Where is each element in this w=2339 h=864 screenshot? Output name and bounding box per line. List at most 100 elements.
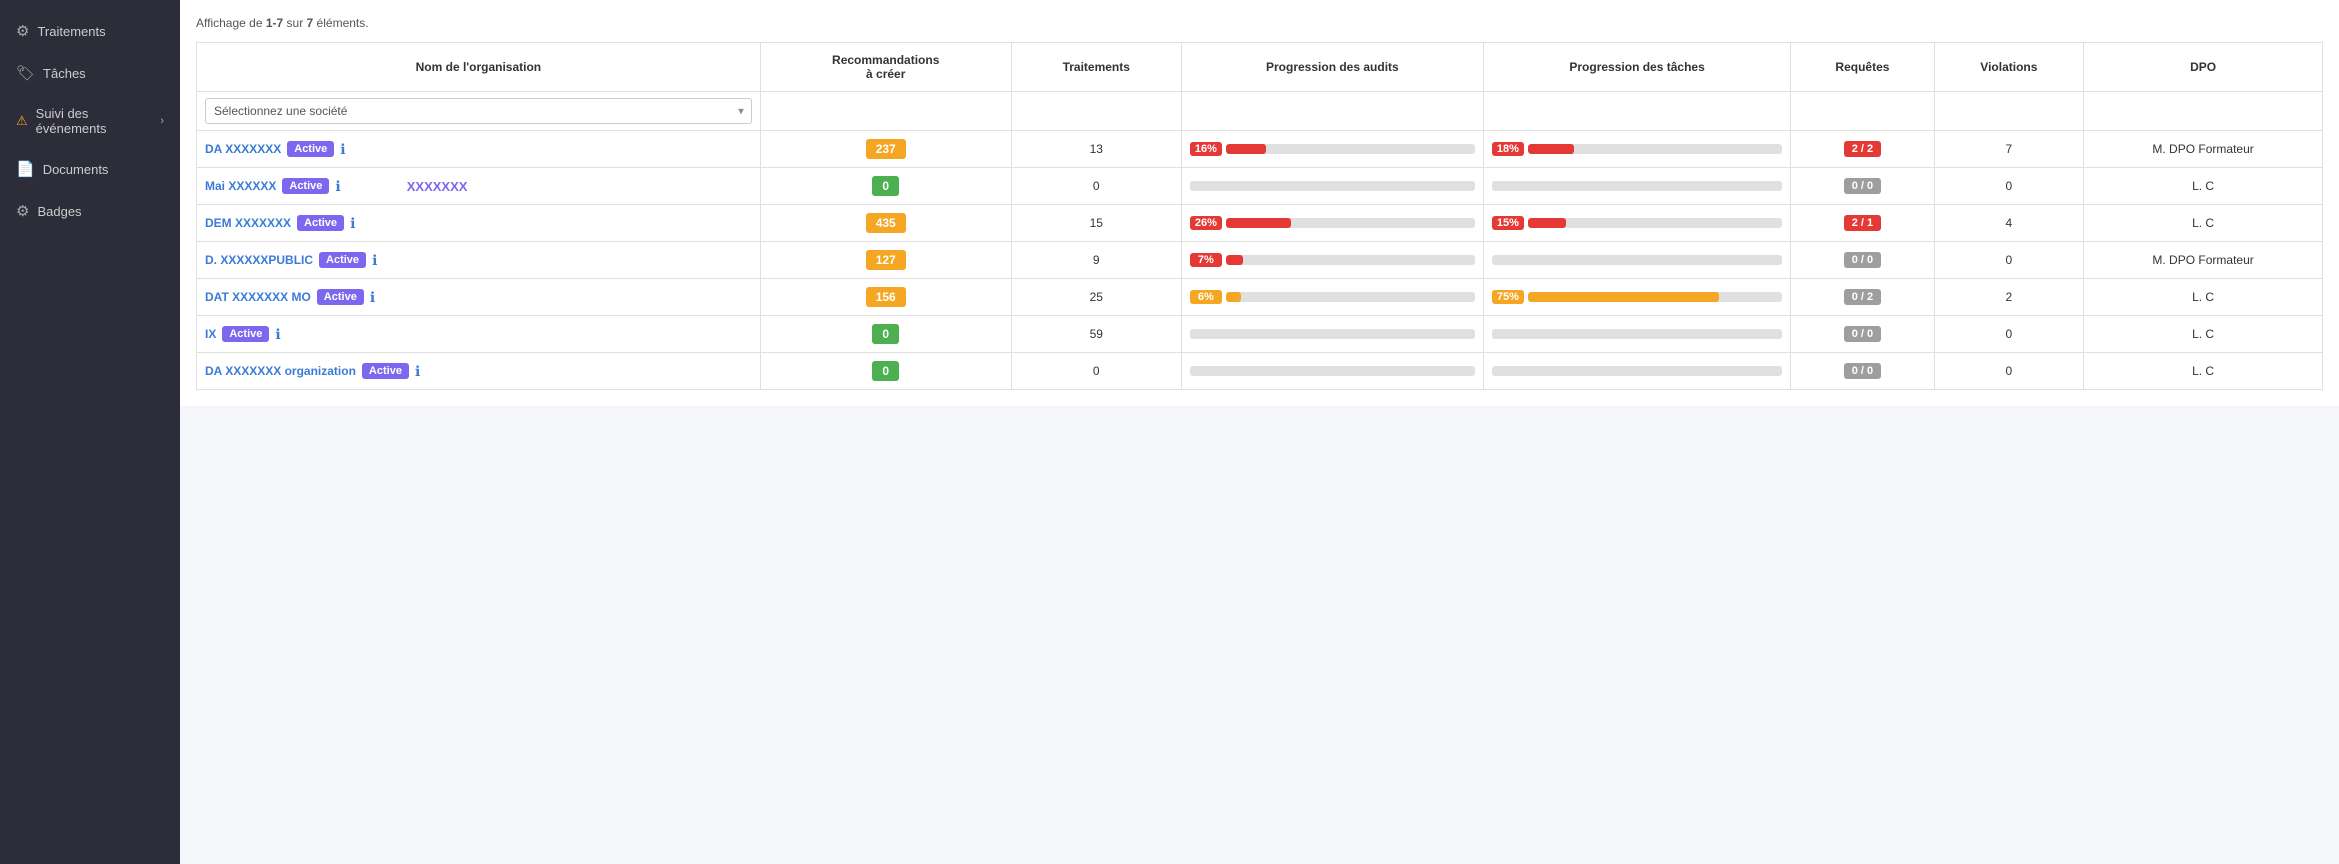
status-badge: Active <box>287 141 334 157</box>
table-row: DA XXXXXXX organizationActiveℹ000 / 00L.… <box>197 353 2323 390</box>
table-row: DA XXXXXXXActiveℹ2371316%18%2 / 27M. DPO… <box>197 131 2323 168</box>
chevron-right-icon: › <box>160 115 164 127</box>
main-content: Affichage de 1-7 sur 7 éléments. Nom de … <box>180 0 2339 864</box>
org-name-link[interactable]: DEM XXXXXXX <box>205 216 291 230</box>
req-badge: 0 / 0 <box>1844 326 1881 342</box>
rec-badge: 0 <box>872 361 899 381</box>
requetes-cell: 0 / 0 <box>1791 316 1934 353</box>
traitements-cell: 25 <box>1011 279 1181 316</box>
violations-cell: 0 <box>1934 168 2084 205</box>
status-badge: Active <box>222 326 269 342</box>
info-icon[interactable]: ℹ <box>340 141 345 158</box>
col-header-dpo: DPO <box>2084 43 2323 92</box>
display-info: Affichage de 1-7 sur 7 éléments. <box>196 16 2323 30</box>
org-name-link[interactable]: D. XXXXXXPUBLIC <box>205 253 313 267</box>
task-progress-cell <box>1483 353 1790 390</box>
sidebar-item-taches[interactable]: 🏷 Tâches <box>0 52 180 94</box>
org-name-container: DAT XXXXXXX MOActiveℹ <box>205 289 752 306</box>
audit-progress-cell: 16% <box>1181 131 1483 168</box>
sidebar-item-documents[interactable]: 📄 Documents <box>0 148 180 190</box>
sidebar-label-suivi: Suivi des événements <box>36 106 161 136</box>
violations-cell: 2 <box>1934 279 2084 316</box>
org-name-link[interactable]: DAT XXXXXXX MO <box>205 290 311 304</box>
violations-cell: 0 <box>1934 242 2084 279</box>
rec-cell: 0 <box>760 316 1011 353</box>
audit-progress-cell <box>1181 353 1483 390</box>
audit-progress-label: 16% <box>1190 142 1222 156</box>
sidebar-item-traitements[interactable]: ⚙ Traitements <box>0 10 180 52</box>
audit-progress-container: 16% <box>1190 142 1475 156</box>
task-progress-cell: 15% <box>1483 205 1790 242</box>
audit-progress-container: 7% <box>1190 253 1475 267</box>
dpo-cell: L. C <box>2084 316 2323 353</box>
audit-progress-bar-fill <box>1226 144 1266 154</box>
filter-cell-violations <box>1934 92 2084 131</box>
sidebar-label-taches: Tâches <box>43 66 86 81</box>
requetes-cell: 2 / 2 <box>1791 131 1934 168</box>
select-wrapper: Sélectionnez une société <box>205 98 752 124</box>
info-icon[interactable]: ℹ <box>372 252 377 269</box>
req-badge: 0 / 0 <box>1844 252 1881 268</box>
audit-progress-container <box>1190 329 1475 339</box>
rec-badge: 435 <box>866 213 906 233</box>
audit-progress-bar-bg <box>1226 255 1475 265</box>
info-icon[interactable]: ℹ <box>370 289 375 306</box>
org-name-cell: DEM XXXXXXXActiveℹ <box>197 205 761 242</box>
filter-cell-org: Sélectionnez une société <box>197 92 761 131</box>
sidebar-label-traitements: Traitements <box>37 24 105 39</box>
col-header-violations: Violations <box>1934 43 2084 92</box>
filter-cell-audit <box>1181 92 1483 131</box>
filter-cell-req <box>1791 92 1934 131</box>
audit-progress-label: 7% <box>1190 253 1222 267</box>
org-name-link[interactable]: DA XXXXXXX organization <box>205 364 356 378</box>
rec-cell: 237 <box>760 131 1011 168</box>
rec-cell: 0 <box>760 168 1011 205</box>
audit-progress-cell: 26% <box>1181 205 1483 242</box>
col-header-traitements: Traitements <box>1011 43 1181 92</box>
task-progress-bar-bg <box>1528 144 1782 154</box>
violations-cell: 7 <box>1934 131 2084 168</box>
filter-cell-taches <box>1483 92 1790 131</box>
audit-progress-bar-bg <box>1226 292 1475 302</box>
audit-progress-container: 26% <box>1190 216 1475 230</box>
rec-badge: 0 <box>872 176 899 196</box>
filter-cell-rec <box>760 92 1011 131</box>
requetes-cell: 2 / 1 <box>1791 205 1934 242</box>
org-select[interactable]: Sélectionnez une société <box>205 98 752 124</box>
audit-progress-bar-bg <box>1190 181 1475 191</box>
org-name-link[interactable]: Mai XXXXXX <box>205 179 276 193</box>
info-icon[interactable]: ℹ <box>275 326 280 343</box>
info-icon[interactable]: ℹ <box>415 363 420 380</box>
audit-progress-cell: 7% <box>1181 242 1483 279</box>
task-progress-bar-bg <box>1492 181 1782 191</box>
req-badge: 0 / 0 <box>1844 178 1881 194</box>
audit-progress-container <box>1190 181 1475 191</box>
sidebar-item-suivi[interactable]: ⚠ Suivi des événements › <box>0 94 180 148</box>
rec-badge: 0 <box>872 324 899 344</box>
task-progress-container <box>1492 366 1782 376</box>
audit-progress-label: 6% <box>1190 290 1222 304</box>
traitements-cell: 59 <box>1011 316 1181 353</box>
sidebar-label-badges: Badges <box>37 204 81 219</box>
sidebar-item-badges[interactable]: ⚙ Badges <box>0 190 180 232</box>
org-name-link[interactable]: IX <box>205 327 216 341</box>
info-icon[interactable]: ℹ <box>335 178 340 195</box>
audit-progress-label: 26% <box>1190 216 1222 230</box>
task-progress-bar-fill <box>1528 292 1719 302</box>
task-progress-container: 15% <box>1492 216 1782 230</box>
info-icon[interactable]: ℹ <box>350 215 355 232</box>
org-name-container: IX Activeℹ <box>205 326 752 343</box>
audit-progress-bar-fill <box>1226 255 1243 265</box>
audit-progress-cell: 6% <box>1181 279 1483 316</box>
traitements-cell: 9 <box>1011 242 1181 279</box>
org-name-link[interactable]: DA XXXXXXX <box>205 142 281 156</box>
task-progress-container: 75% <box>1492 290 1782 304</box>
org-name-container: DA XXXXXXX organizationActiveℹ <box>205 363 752 380</box>
org-name-container: DA XXXXXXX Activeℹ <box>205 141 752 158</box>
status-badge: Active <box>319 252 366 268</box>
org-name-container: DEM XXXXXXXActiveℹ <box>205 215 752 232</box>
traitements-cell: 0 <box>1011 168 1181 205</box>
audit-progress-container: 6% <box>1190 290 1475 304</box>
org-name-cell: DA XXXXXXX Activeℹ <box>197 131 761 168</box>
req-badge: 0 / 2 <box>1844 289 1881 305</box>
